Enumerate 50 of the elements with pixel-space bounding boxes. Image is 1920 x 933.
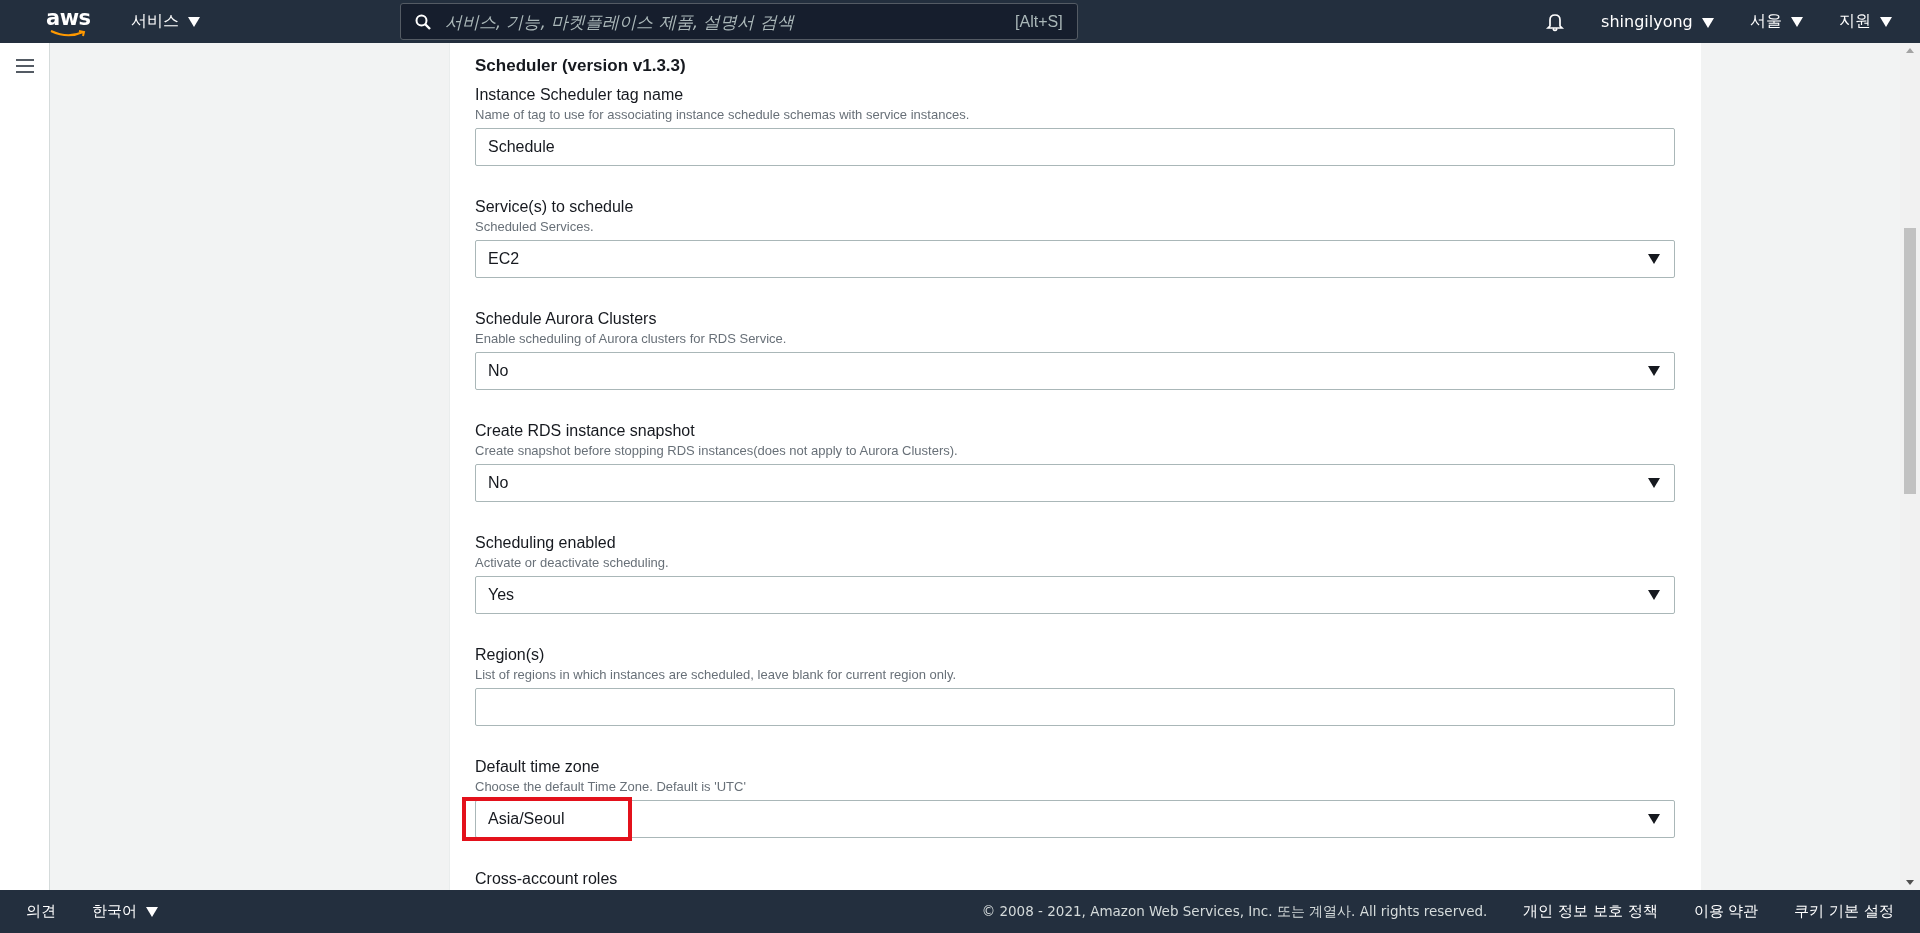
field-label: Service(s) to schedule — [475, 197, 635, 217]
caret-icon — [1701, 17, 1714, 28]
dropdown-caret-icon — [1648, 814, 1660, 824]
menu-icon[interactable] — [15, 59, 34, 73]
field-label: Instance Scheduler tag name — [475, 85, 685, 105]
field-description: Scheduled Services. — [475, 218, 595, 236]
language-menu[interactable]: 한국어 — [92, 902, 158, 921]
support-menu[interactable]: 지원 — [1838, 11, 1892, 32]
feedback-link[interactable]: 의견 — [26, 902, 56, 921]
select-field[interactable]: No — [475, 464, 1675, 502]
field-description: Activate or deactivate scheduling. — [475, 554, 670, 572]
search-bar[interactable]: 서비스, 기능, 마켓플레이스 제품, 설명서 검색 [Alt+S] — [399, 3, 1078, 40]
copyright-text: © 2008 - 2021, Amazon Web Services, Inc. 또는 계열사. All rights reserved. — [981, 902, 1488, 921]
footer-link[interactable]: 개인 정보 보호 정책 — [1523, 902, 1658, 921]
text-input-field[interactable] — [475, 688, 1675, 726]
text-input-field[interactable]: Schedule — [475, 128, 1675, 166]
dropdown-caret-icon — [1648, 254, 1660, 264]
services-menu[interactable]: 서비스 — [130, 11, 200, 32]
footer-link[interactable]: 쿠키 기본 설정 — [1794, 902, 1894, 921]
caret-icon — [145, 906, 158, 917]
bell-icon[interactable] — [1545, 11, 1566, 32]
field-label: Region(s) — [475, 645, 546, 665]
field-description: Enable scheduling of Aurora clusters for RDS Service. — [475, 330, 788, 348]
select-field[interactable]: Yes — [475, 576, 1675, 614]
shortcut-hint: [Alt+S] — [1015, 12, 1063, 31]
field-description: List of regions in which instances are scheduled, leave blank for current region only. — [475, 666, 958, 684]
select-field[interactable]: Asia/Seoul — [475, 800, 1675, 838]
section-title: Scheduler (version v1.3.3) — [475, 55, 687, 77]
dropdown-caret-icon — [1648, 478, 1660, 488]
select-field[interactable]: No — [475, 352, 1675, 390]
field-description: Create snapshot before stopping RDS instances(does not apply to Aurora Clusters). — [475, 442, 959, 460]
dropdown-caret-icon — [1648, 590, 1660, 600]
select-field[interactable]: EC2 — [475, 240, 1675, 278]
search-icon — [414, 13, 431, 30]
user-menu[interactable]: shingilyong — [1601, 12, 1714, 31]
field-description: Name of tag to use for associating instance schedule schemas with service instances. — [475, 106, 971, 124]
footer-link[interactable]: 이용 약관 — [1693, 902, 1759, 921]
region-menu[interactable]: 서울 — [1749, 11, 1803, 32]
caret-icon — [1880, 16, 1892, 27]
dropdown-caret-icon — [1648, 366, 1660, 376]
field-label: Scheduling enabled — [475, 533, 617, 553]
field-label: Default time zone — [475, 757, 601, 777]
aws-logo[interactable]: aws — [46, 5, 91, 38]
field-description: Choose the default Time Zone. Default is 'UTC' — [475, 778, 747, 796]
caret-icon — [187, 16, 200, 27]
caret-icon — [1790, 16, 1803, 27]
search-field[interactable]: 서비스, 기능, 마켓플레이스 제품, 설명서 검색 — [442, 10, 1004, 33]
field-label: Create RDS instance snapshot — [475, 421, 696, 441]
field-label: Cross-account roles — [475, 869, 619, 889]
field-label: Schedule Aurora Clusters — [475, 309, 658, 329]
